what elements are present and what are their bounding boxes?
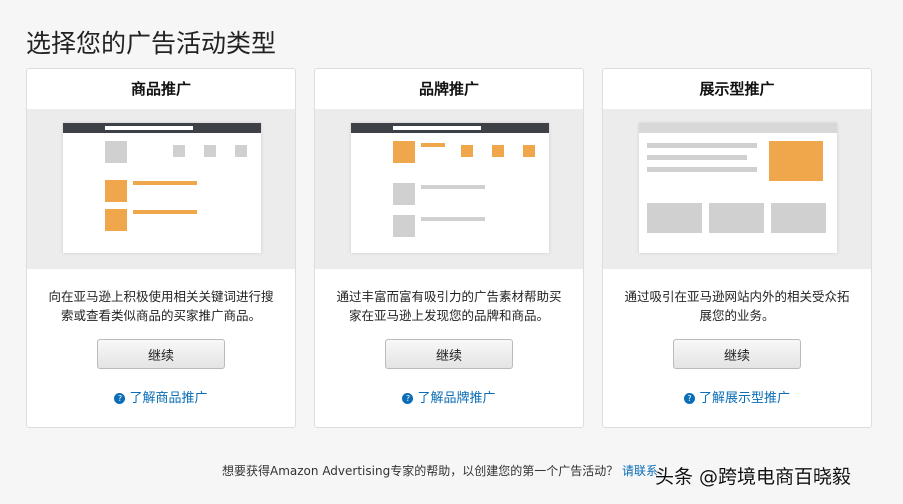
- continue-button[interactable]: 继续: [385, 339, 513, 369]
- help-icon: ?: [683, 393, 695, 404]
- card-sponsored-brands: 品牌推广 通过丰富而富有吸引力的广告素材帮助买家在亚马逊上发现您的品牌和商品。 …: [314, 68, 584, 428]
- learn-more-link[interactable]: ? 了解商品推广: [27, 387, 295, 406]
- learn-more-link[interactable]: ? 了解展示型推广: [603, 387, 871, 406]
- page-title: 选择您的广告活动类型: [26, 29, 277, 58]
- card-sponsored-display: 展示型推广 通过吸引在亚马逊网站内外的相关受众拓展您的业务。 继续 ? 了解展示型…: [602, 68, 872, 428]
- learn-more-link[interactable]: ? 了解品牌推广: [315, 387, 583, 406]
- sponsored-products-illustration: [27, 109, 295, 269]
- card-title: 品牌推广: [418, 80, 479, 98]
- help-icon: ?: [402, 393, 414, 404]
- learn-more-label[interactable]: 了解品牌推广: [417, 391, 495, 406]
- card-title: 商品推广: [130, 80, 191, 98]
- footer-text: 想要获得Amazon Advertising专家的帮助，以创建您的第一个广告活动…: [222, 464, 619, 478]
- card-sponsored-products: 商品推广 向在亚马逊上积极使用相关关键词进行搜索或查看类似商品的买家推广商品。 …: [26, 68, 296, 428]
- learn-more-label[interactable]: 了解展示型推广: [699, 391, 790, 406]
- continue-button[interactable]: 继续: [97, 339, 225, 369]
- learn-more-label[interactable]: 了解商品推广: [129, 391, 207, 406]
- card-description: 向在亚马逊上积极使用相关关键词进行搜索或查看类似商品的买家推广商品。: [48, 289, 274, 323]
- help-icon: ?: [114, 393, 126, 404]
- card-title: 展示型推广: [699, 80, 775, 98]
- sponsored-display-illustration: [603, 109, 871, 269]
- card-description: 通过吸引在亚马逊网站内外的相关受众拓展您的业务。: [624, 289, 850, 323]
- card-description: 通过丰富而富有吸引力的广告素材帮助买家在亚马逊上发现您的品牌和商品。: [336, 289, 562, 323]
- contact-link[interactable]: 请联系: [622, 464, 658, 478]
- watermark: 头条 @跨境电商百晓毅: [655, 466, 852, 488]
- continue-button[interactable]: 继续: [673, 339, 801, 369]
- sponsored-brands-illustration: [315, 109, 583, 269]
- footer-help: 想要获得Amazon Advertising专家的帮助，以创建您的第一个广告活动…: [222, 462, 658, 479]
